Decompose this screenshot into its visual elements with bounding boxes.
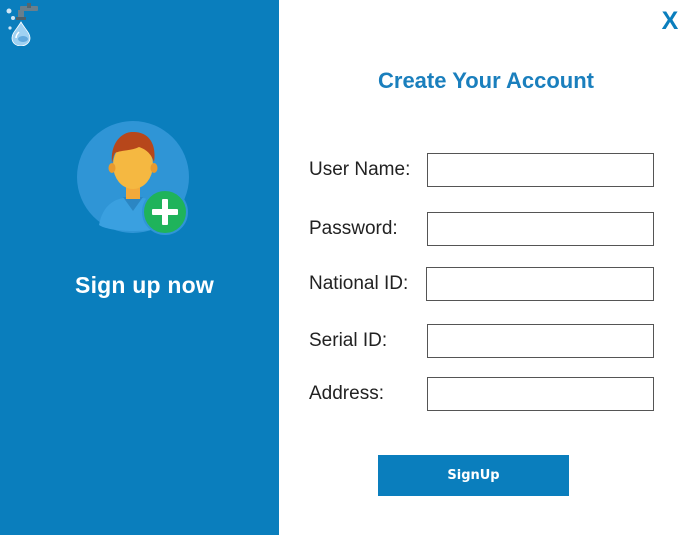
address-label: Address: <box>309 383 384 404</box>
serial-id-label: Serial ID: <box>309 330 388 351</box>
form-title: Create Your Account <box>378 68 594 93</box>
user-add-icon <box>77 121 189 235</box>
close-button[interactable]: X <box>657 6 683 36</box>
sign-up-now-caption: Sign up now <box>75 272 214 298</box>
user-name-input[interactable] <box>427 153 654 187</box>
password-input[interactable] <box>427 212 654 246</box>
user-name-label: User Name: <box>309 159 411 180</box>
signup-button[interactable]: SignUp <box>378 455 569 496</box>
national-id-label: National ID: <box>309 273 409 294</box>
faucet-logo-icon <box>6 3 38 46</box>
sidebar-panel: Sign up now <box>0 0 279 535</box>
password-label: Password: <box>309 218 398 239</box>
national-id-input[interactable] <box>426 267 654 301</box>
address-input[interactable] <box>427 377 654 411</box>
serial-id-input[interactable] <box>427 324 654 358</box>
